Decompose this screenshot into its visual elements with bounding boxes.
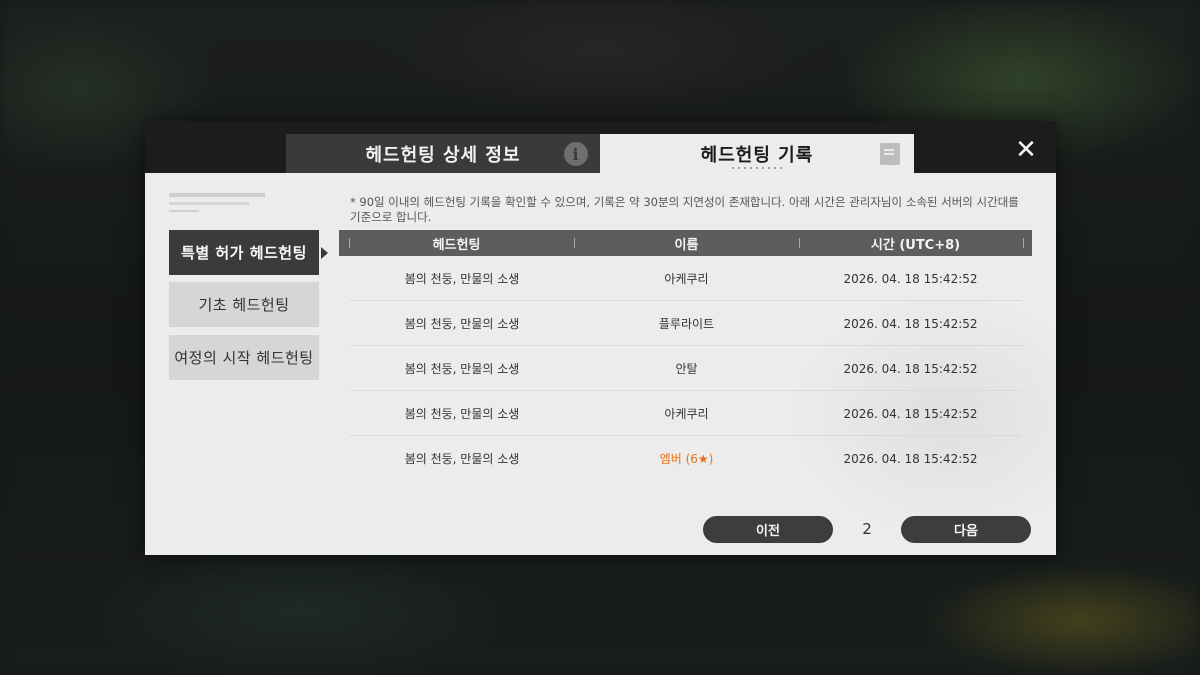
- table-row: 봄의 천둥, 만물의 소생 안탈 2026. 04. 18 15:42:52: [350, 346, 1022, 391]
- operator-name-cell: 안탈: [675, 362, 698, 376]
- nav-label: 특별 허가 헤드헌팅: [181, 244, 307, 262]
- operator-name-cell: 아케쿠리: [664, 272, 709, 286]
- operator-name-cell-six-star: 엠버 (6★): [659, 452, 714, 466]
- column-header-time: 시간 (UTC+8): [870, 237, 961, 253]
- time-cell: 2026. 04. 18 15:42:52: [843, 451, 978, 466]
- header-divider: [349, 238, 350, 248]
- nav-label: 여정의 시작 헤드헌팅: [174, 349, 314, 367]
- header-divider: [799, 238, 800, 248]
- current-page-number: 2: [862, 520, 872, 538]
- banner-cell: 봄의 천둥, 만물의 소생: [404, 272, 520, 286]
- tab-label: 헤드헌팅 기록: [700, 144, 814, 166]
- active-arrow-icon: [321, 247, 328, 259]
- banner-cell: 봄의 천둥, 만물의 소생: [404, 407, 520, 421]
- record-notice: * 90일 이내의 헤드헌팅 기록을 확인할 수 있으며, 기록은 약 30분의…: [350, 195, 1019, 224]
- tab-headhunting-record[interactable]: 헤드헌팅 기록: [600, 134, 914, 173]
- table-header: 헤드헌팅 이름 시간 (UTC+8): [339, 230, 1032, 256]
- close-button[interactable]: ✕: [1014, 137, 1038, 163]
- nav-label: 기초 헤드헌팅: [198, 296, 290, 314]
- column-header-name: 이름: [674, 237, 699, 253]
- headhunting-record-modal: 헤드헌팅 상세 정보 i 헤드헌팅 기록 ✕ 특별 허가 헤드헌팅 기초 헤드헌…: [145, 121, 1056, 555]
- tab-label: 헤드헌팅 상세 정보: [365, 144, 521, 166]
- column-header-banner: 헤드헌팅: [432, 237, 481, 253]
- record-table-body: 봄의 천둥, 만물의 소생 아케쿠리 2026. 04. 18 15:42:52…: [350, 256, 1022, 481]
- previous-page-button[interactable]: 이전: [703, 516, 833, 543]
- table-row: 봄의 천둥, 만물의 소생 플루라이트 2026. 04. 18 15:42:5…: [350, 301, 1022, 346]
- time-cell: 2026. 04. 18 15:42:52: [843, 316, 978, 331]
- table-row: 봄의 천둥, 만물의 소생 아케쿠리 2026. 04. 18 15:42:52: [350, 391, 1022, 436]
- header-divider: [1023, 238, 1024, 248]
- time-cell: 2026. 04. 18 15:42:52: [843, 361, 978, 376]
- modal-header: 헤드헌팅 상세 정보 i 헤드헌팅 기록 ✕: [145, 121, 1056, 173]
- document-icon: [880, 143, 900, 165]
- nav-item-journey-start[interactable]: 여정의 시작 헤드헌팅: [169, 335, 319, 380]
- nav-item-special-permit[interactable]: 특별 허가 헤드헌팅: [169, 230, 328, 275]
- decorative-lines: [169, 193, 269, 217]
- banner-cell: 봄의 천둥, 만물의 소생: [404, 317, 520, 331]
- tab-headhunting-details[interactable]: 헤드헌팅 상세 정보 i: [286, 134, 600, 173]
- next-page-button[interactable]: 다음: [901, 516, 1031, 543]
- header-divider: [574, 238, 575, 248]
- table-row: 봄의 천둥, 만물의 소생 아케쿠리 2026. 04. 18 15:42:52: [350, 256, 1022, 301]
- operator-name-cell: 아케쿠리: [664, 407, 709, 421]
- banner-cell: 봄의 천둥, 만물의 소생: [404, 452, 520, 466]
- operator-name-cell: 플루라이트: [658, 317, 715, 331]
- nav-item-basic[interactable]: 기초 헤드헌팅: [169, 282, 319, 327]
- banner-cell: 봄의 천둥, 만물의 소생: [404, 362, 520, 376]
- active-tab-indicator: [730, 167, 785, 169]
- time-cell: 2026. 04. 18 15:42:52: [843, 406, 978, 421]
- table-row: 봄의 천둥, 만물의 소생 엠버 (6★) 2026. 04. 18 15:42…: [350, 436, 1022, 481]
- time-cell: 2026. 04. 18 15:42:52: [843, 271, 978, 286]
- info-icon: i: [564, 142, 588, 166]
